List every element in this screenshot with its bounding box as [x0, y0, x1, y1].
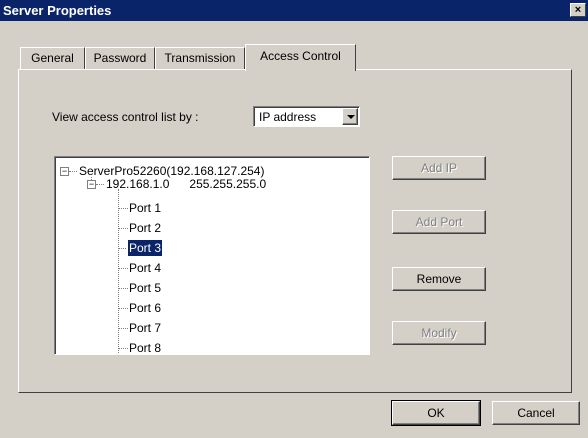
collapse-icon[interactable]: −: [60, 167, 69, 176]
tree-node-port-selected[interactable]: Port 3: [126, 239, 164, 257]
ok-button[interactable]: OK: [391, 400, 481, 426]
tab-password[interactable]: Password: [85, 47, 155, 69]
tab-access-control[interactable]: Access Control: [245, 44, 356, 71]
access-tree[interactable]: − ServerPro52260(192.168.127.254) − 192.…: [54, 156, 370, 355]
modify-button[interactable]: Modify: [392, 321, 486, 345]
add-port-button[interactable]: Add Port: [392, 210, 486, 234]
tree-node-port[interactable]: Port 6: [128, 300, 162, 316]
tree-node-port[interactable]: Port 1: [128, 200, 162, 216]
tree-node-port[interactable]: Port 5: [128, 280, 162, 296]
window-title: Server Properties: [3, 3, 112, 18]
view-by-label: View access control list by :: [52, 110, 199, 124]
tab-general[interactable]: General: [20, 47, 85, 69]
tree-node-port[interactable]: Port 7: [128, 320, 162, 336]
tab-transmission[interactable]: Transmission: [155, 47, 245, 69]
tree-node-port[interactable]: Port 2: [128, 220, 162, 236]
remove-button[interactable]: Remove: [392, 267, 486, 291]
title-bar: Server Properties ×: [0, 0, 588, 21]
close-icon[interactable]: ×: [570, 3, 586, 17]
view-by-select[interactable]: IP address: [253, 106, 360, 127]
tree-node-subnet[interactable]: 192.168.1.0 255.255.255.0: [105, 176, 267, 192]
tree-node-port[interactable]: Port 4: [128, 260, 162, 276]
chevron-down-icon[interactable]: [342, 108, 358, 125]
add-ip-button[interactable]: Add IP: [392, 156, 486, 180]
view-by-select-value: IP address: [259, 110, 317, 124]
collapse-icon[interactable]: −: [87, 180, 96, 189]
tree-node-port[interactable]: Port 8: [128, 340, 162, 354]
cancel-button[interactable]: Cancel: [492, 401, 580, 425]
remove-button-label: Remove: [416, 272, 462, 286]
